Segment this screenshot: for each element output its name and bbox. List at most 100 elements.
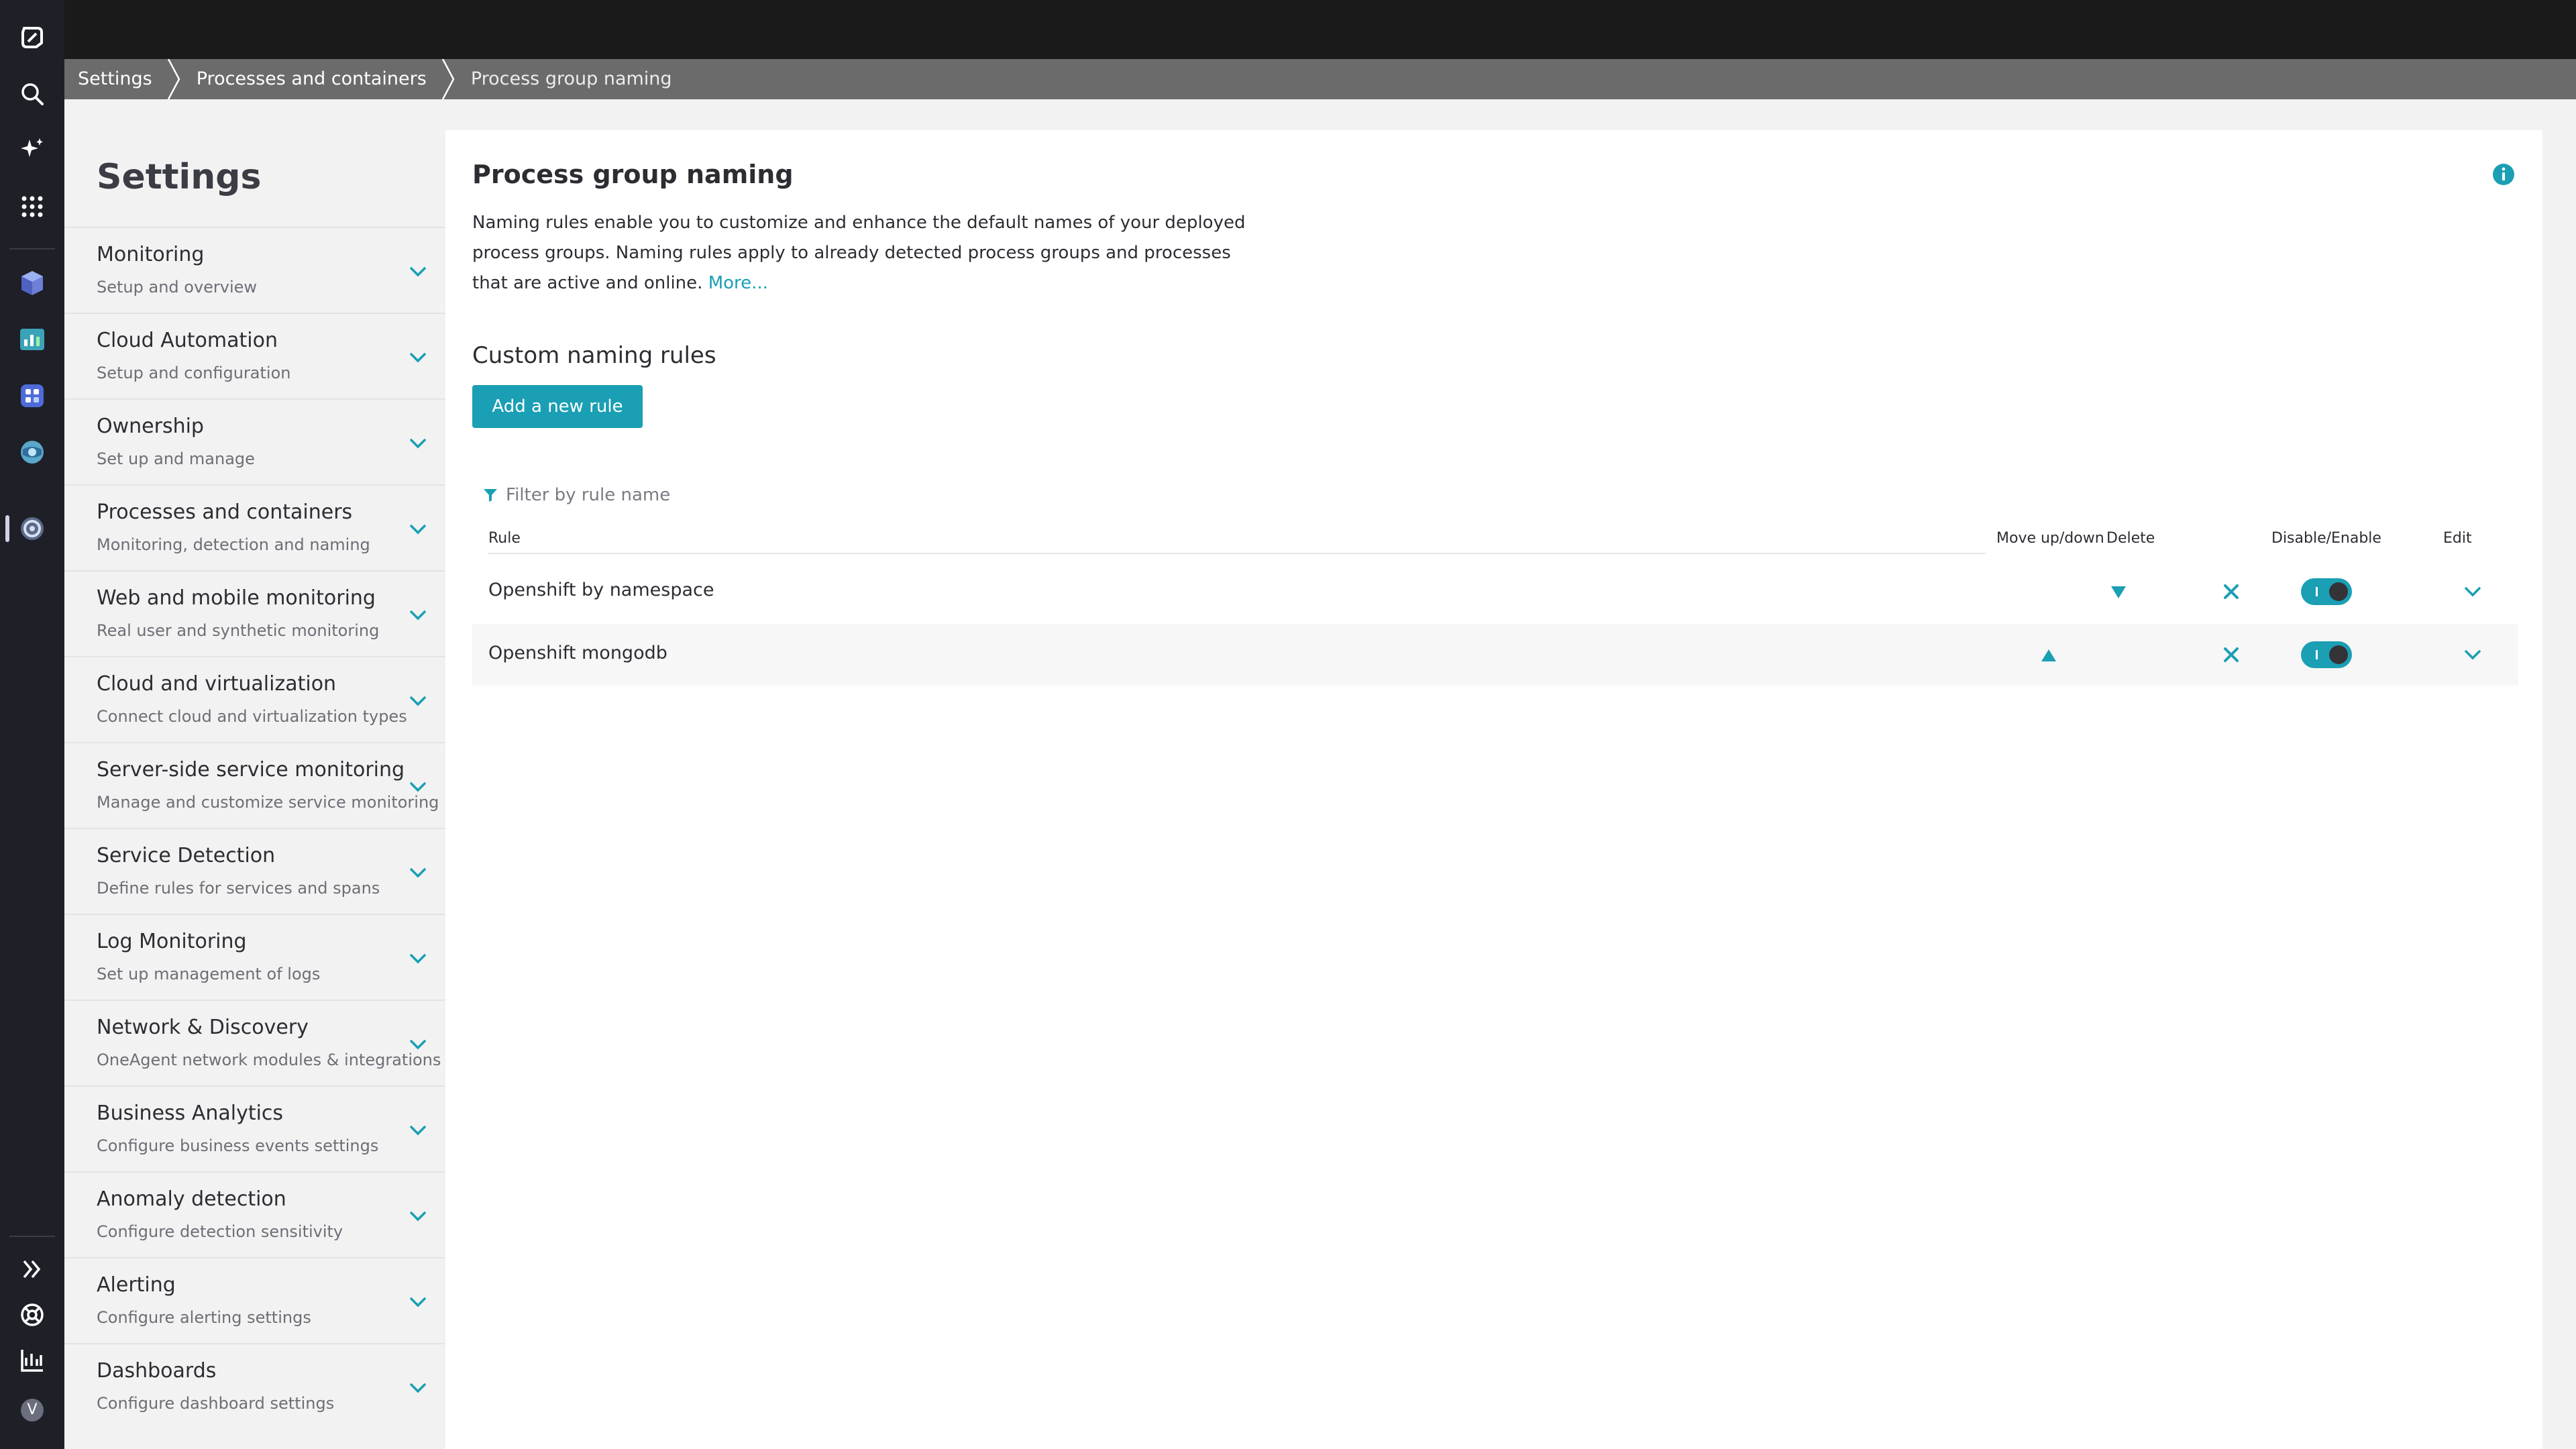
rules-table-header: Rule Move up/down Delete Disable/Enable … [472,525,2518,554]
sidebar-item[interactable]: Service Detection Define rules for servic… [64,828,445,914]
page-description: Naming rules enable you to customize and… [472,208,1264,299]
help-icon[interactable] [17,1300,47,1330]
chevron-down-icon[interactable] [407,1291,429,1313]
sidebar-item[interactable]: Alerting Configure alerting settings [64,1257,445,1343]
breadcrumb-processes[interactable]: Processes and containers [183,59,440,99]
sidebar-item-label: Cloud Automation [97,329,278,352]
chevron-down-icon[interactable] [407,432,429,455]
dynatrace-logo-icon[interactable] [17,23,47,52]
table-row: Openshift mongodb [472,624,2518,686]
sidebar-item[interactable]: Log Monitoring Set up management of logs [64,914,445,1000]
sidebar-item[interactable]: Dashboards Configure dashboard settings [64,1343,445,1429]
sidebar-item-label: Alerting [97,1273,176,1297]
sidebar-title: Settings [97,157,262,197]
sidebar-item-label: Log Monitoring [97,930,247,953]
app-rail: V [0,0,64,1449]
sidebar-item-label: Ownership [97,415,204,438]
chevron-down-icon[interactable] [407,1119,429,1142]
move-up-icon[interactable] [2038,644,2059,665]
sidebar-item[interactable]: Anomaly detection Configure detection sen… [64,1171,445,1257]
sidebar-item[interactable]: Web and mobile monitoring Real user and s… [64,570,445,656]
ai-sparkle-icon[interactable] [17,134,47,164]
column-rule: Rule [488,530,521,547]
chevron-down-icon[interactable] [407,690,429,712]
enable-toggle[interactable] [2301,578,2352,605]
filter-input[interactable] [506,485,855,505]
settings-sidebar: Settings Monitoring Setup and overview Clo… [64,99,445,1449]
sidebar-item[interactable]: Cloud and virtualization Connect cloud an… [64,656,445,742]
sidebar-item-subtitle: Configure detection sensitivity [97,1222,343,1241]
sidebar-item-subtitle: Real user and synthetic monitoring [97,621,380,640]
chevron-down-icon[interactable] [2462,644,2483,665]
sidebar-item-subtitle: Monitoring, detection and naming [97,535,370,554]
delete-icon[interactable] [2220,581,2242,602]
filter-icon [484,489,497,502]
chevron-down-icon[interactable] [407,346,429,369]
add-rule-button[interactable]: Add a new rule [472,385,643,428]
sidebar-item[interactable]: Monitoring Setup and overview [64,227,445,313]
sidebar-item-label: Service Detection [97,844,276,867]
sidebar-item[interactable]: Ownership Set up and manage [64,398,445,484]
sidebar-item[interactable]: Cloud Automation Setup and configuration [64,313,445,398]
sidebar-item-subtitle: Set up management of logs [97,965,321,983]
chevron-down-icon[interactable] [407,1205,429,1228]
globe-app-icon[interactable] [17,437,47,467]
column-toggle: Disable/Enable [2271,530,2381,547]
cube-app-icon[interactable] [17,268,47,298]
expand-icon[interactable] [17,1254,47,1284]
chevron-down-icon[interactable] [2462,581,2483,602]
sidebar-item-subtitle: Connect cloud and virtualization types [97,707,407,726]
enable-toggle[interactable] [2301,641,2352,668]
sidebar-item[interactable]: Server-side service monitoring Manage and… [64,742,445,828]
dashboard-app-icon[interactable] [17,381,47,411]
reports-icon[interactable] [17,1346,47,1375]
delete-icon[interactable] [2220,644,2242,665]
section-title: Custom naming rules [472,342,716,369]
breadcrumb-current: Process group naming [470,68,672,89]
filter-bar[interactable] [472,480,875,510]
column-delete: Delete [2106,530,2155,547]
apps-grid-icon[interactable] [17,192,47,221]
move-down-icon[interactable] [2108,581,2129,602]
info-icon[interactable] [2491,162,2516,186]
sidebar-item-label: Server-side service monitoring [97,758,405,782]
sidebar-item-label: Dashboards [97,1359,217,1383]
sidebar-item-subtitle: Configure business events settings [97,1136,379,1155]
sidebar-item[interactable]: Business Analytics Configure business eve… [64,1085,445,1171]
more-link[interactable]: More... [708,273,768,293]
top-bar [64,0,2576,59]
chevron-down-icon[interactable] [407,604,429,627]
chart-app-icon[interactable] [17,325,47,354]
breadcrumb-separator-icon [166,59,183,99]
table-row: Openshift by namespace [472,561,2518,623]
sidebar-item[interactable]: Network & Discovery OneAgent network modu… [64,1000,445,1085]
column-move: Move up/down [1996,530,2104,547]
chevron-down-icon[interactable] [407,947,429,970]
rule-name: Openshift by namespace [488,580,714,600]
column-edit: Edit [2443,530,2472,547]
chevron-down-icon[interactable] [407,861,429,884]
sidebar-item-label: Network & Discovery [97,1016,309,1039]
chevron-down-icon[interactable] [407,1033,429,1056]
breadcrumb: Settings Processes and containers Proces… [64,59,2576,99]
chevron-down-icon[interactable] [407,775,429,798]
sidebar-item-label: Web and mobile monitoring [97,586,376,610]
rule-name: Openshift mongodb [488,643,667,663]
search-icon[interactable] [17,79,47,109]
sidebar-item-subtitle: Define rules for services and spans [97,879,380,898]
sidebar-item-label: Business Analytics [97,1102,284,1125]
description-text: Naming rules enable you to customize and… [472,213,1246,293]
settings-app-icon[interactable] [17,514,47,543]
sidebar-list: Monitoring Setup and overview Cloud Automa… [64,227,445,1429]
sidebar-item[interactable]: Processes and containers Monitoring, dete… [64,484,445,570]
sidebar-item-label: Cloud and virtualization [97,672,337,696]
chevron-down-icon[interactable] [407,1377,429,1399]
chevron-down-icon[interactable] [407,260,429,283]
chevron-down-icon[interactable] [407,518,429,541]
sidebar-item-subtitle: Configure dashboard settings [97,1394,335,1413]
content-card: Process group naming Naming rules enable… [445,130,2542,1449]
user-avatar-icon[interactable]: V [17,1395,47,1425]
sidebar-item-subtitle: Setup and overview [97,278,258,297]
sidebar-item-label: Processes and containers [97,500,353,524]
breadcrumb-settings[interactable]: Settings [64,59,166,99]
